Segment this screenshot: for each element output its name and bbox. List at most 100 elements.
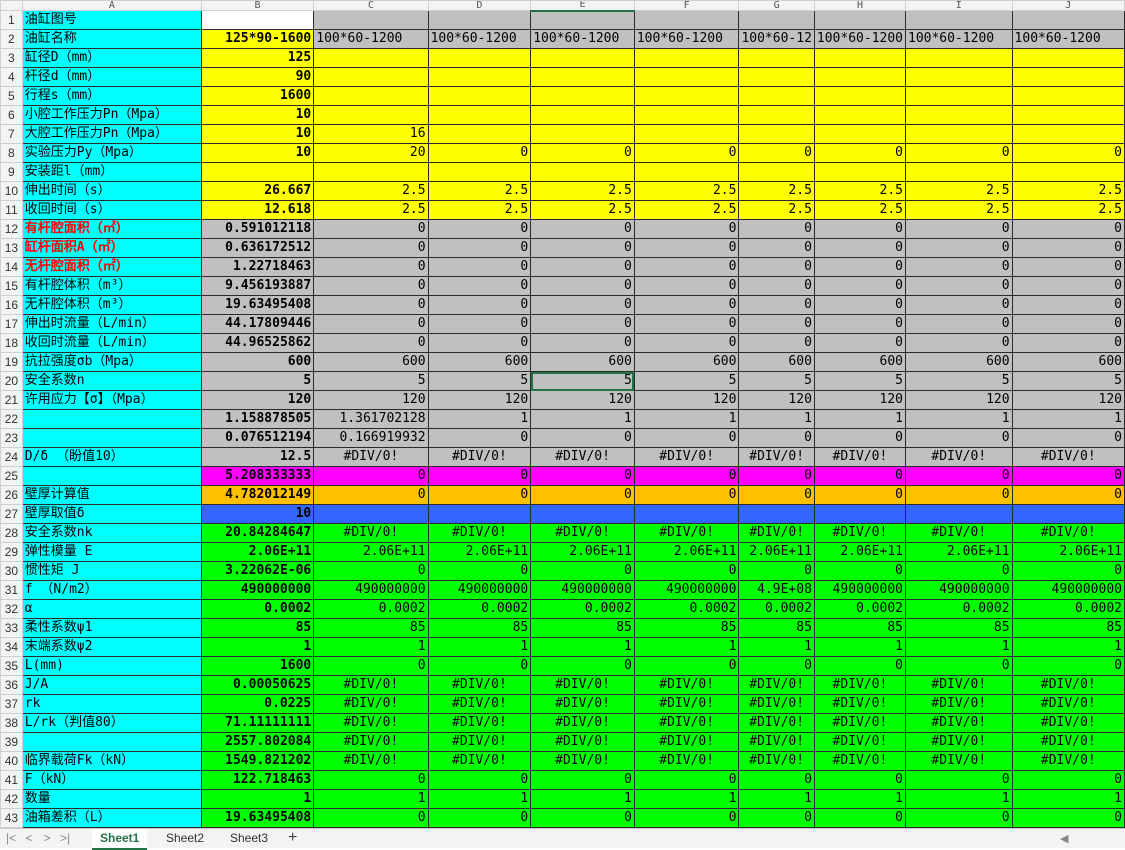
value-cell[interactable]: 2.06E+11 bbox=[313, 542, 429, 562]
value-cell[interactable]: 0 bbox=[313, 485, 429, 505]
base-value-cell[interactable]: 0.0002 bbox=[200, 599, 315, 619]
value-cell[interactable]: #DIV/0! bbox=[427, 523, 532, 543]
value-cell[interactable]: #DIV/0! bbox=[530, 732, 635, 752]
row-header[interactable]: 16 bbox=[0, 295, 23, 315]
value-cell[interactable]: 5 bbox=[427, 371, 532, 391]
value-cell[interactable]: #DIV/0! bbox=[633, 694, 740, 714]
value-cell[interactable]: #DIV/0! bbox=[1011, 713, 1125, 733]
base-value-cell[interactable]: 1 bbox=[200, 789, 315, 809]
value-cell[interactable]: 0 bbox=[427, 238, 532, 258]
value-cell[interactable]: 100*60-1200 bbox=[1011, 29, 1125, 49]
value-cell[interactable]: 0 bbox=[813, 257, 907, 277]
value-cell[interactable]: #DIV/0! bbox=[633, 732, 740, 752]
value-cell[interactable] bbox=[738, 10, 815, 30]
value-cell[interactable] bbox=[427, 124, 532, 144]
value-cell[interactable]: 0 bbox=[313, 561, 429, 581]
value-cell[interactable] bbox=[313, 48, 429, 68]
value-cell[interactable]: #DIV/0! bbox=[738, 675, 815, 695]
value-cell[interactable]: 0 bbox=[813, 561, 907, 581]
base-value-cell[interactable]: 3.22062E-06 bbox=[200, 561, 315, 581]
value-cell[interactable]: 1 bbox=[738, 789, 815, 809]
value-cell[interactable]: 0 bbox=[813, 656, 907, 676]
spreadsheet-grid[interactable]: A B C D E F G H I J 1 油缸图号 2 油缸名称 125*90-1600 100*60-12… bbox=[0, 0, 1125, 828]
row-label-cell[interactable]: 收回时间（s） bbox=[21, 200, 202, 220]
value-cell[interactable]: #DIV/0! bbox=[427, 447, 532, 467]
value-cell[interactable] bbox=[738, 504, 815, 524]
value-cell[interactable]: 0 bbox=[813, 333, 907, 353]
value-cell[interactable]: 2.06E+11 bbox=[813, 542, 907, 562]
base-value-cell[interactable]: 1.158878505 bbox=[200, 409, 315, 429]
value-cell[interactable]: 0 bbox=[738, 295, 815, 315]
value-cell[interactable]: 0 bbox=[427, 428, 532, 448]
value-cell[interactable]: #DIV/0! bbox=[530, 694, 635, 714]
value-cell[interactable]: 0 bbox=[905, 238, 1013, 258]
column-header-f[interactable]: F bbox=[633, 0, 740, 11]
row-header[interactable]: 39 bbox=[0, 732, 23, 752]
column-header-a[interactable]: A bbox=[21, 0, 202, 11]
value-cell[interactable]: #DIV/0! bbox=[530, 713, 635, 733]
value-cell[interactable]: 1 bbox=[633, 409, 740, 429]
row-label-cell[interactable]: 油箱差积（L） bbox=[21, 808, 202, 828]
row-label-cell[interactable]: 安装距l（mm） bbox=[21, 162, 202, 182]
value-cell[interactable]: 0 bbox=[738, 219, 815, 239]
value-cell[interactable]: 5 bbox=[813, 371, 907, 391]
row-header[interactable]: 8 bbox=[0, 143, 23, 163]
value-cell[interactable]: 1 bbox=[633, 637, 740, 657]
value-cell[interactable] bbox=[633, 86, 740, 106]
value-cell[interactable]: #DIV/0! bbox=[427, 675, 532, 695]
value-cell[interactable]: 120 bbox=[633, 390, 740, 410]
value-cell[interactable]: #DIV/0! bbox=[738, 713, 815, 733]
row-label-cell[interactable]: f （N/m2） bbox=[21, 580, 202, 600]
row-header[interactable]: 28 bbox=[0, 523, 23, 543]
value-cell[interactable]: 1 bbox=[530, 789, 635, 809]
row-label-cell[interactable]: F（kN） bbox=[21, 770, 202, 790]
value-cell[interactable]: 0 bbox=[813, 466, 907, 486]
value-cell[interactable]: 0 bbox=[738, 808, 815, 828]
value-cell[interactable] bbox=[738, 67, 815, 87]
value-cell[interactable]: 1.361702128 bbox=[313, 409, 429, 429]
value-cell[interactable]: 0.0002 bbox=[530, 599, 635, 619]
row-label-cell[interactable]: 数量 bbox=[21, 789, 202, 809]
value-cell[interactable]: #DIV/0! bbox=[738, 732, 815, 752]
row-header[interactable]: 36 bbox=[0, 675, 23, 695]
value-cell[interactable]: 1 bbox=[427, 409, 532, 429]
value-cell[interactable]: 85 bbox=[427, 618, 532, 638]
value-cell[interactable]: 5 bbox=[633, 371, 740, 391]
value-cell[interactable] bbox=[313, 162, 429, 182]
value-cell[interactable]: 490000000 bbox=[905, 580, 1013, 600]
base-value-cell[interactable]: 0.591012118 bbox=[200, 219, 315, 239]
base-value-cell[interactable]: 19.63495408 bbox=[200, 808, 315, 828]
row-label-cell[interactable]: L/rk（判值80） bbox=[21, 713, 202, 733]
value-cell[interactable] bbox=[427, 162, 532, 182]
base-value-cell[interactable]: 125*90-1600 bbox=[200, 29, 315, 49]
value-cell[interactable] bbox=[813, 67, 907, 87]
value-cell[interactable] bbox=[633, 10, 740, 30]
value-cell[interactable]: 0 bbox=[813, 276, 907, 296]
value-cell[interactable]: 1 bbox=[905, 789, 1013, 809]
row-header[interactable]: 9 bbox=[0, 162, 23, 182]
value-cell[interactable]: 600 bbox=[530, 352, 635, 372]
value-cell[interactable]: 2.5 bbox=[633, 181, 740, 201]
next-sheet-icon[interactable]: > bbox=[40, 831, 54, 845]
value-cell[interactable] bbox=[313, 86, 429, 106]
base-value-cell[interactable]: 1 bbox=[200, 637, 315, 657]
row-label-cell[interactable]: 伸出时间（s） bbox=[21, 181, 202, 201]
value-cell[interactable] bbox=[530, 86, 635, 106]
value-cell[interactable]: 120 bbox=[313, 390, 429, 410]
value-cell[interactable]: 4.9E+08 bbox=[738, 580, 815, 600]
row-header[interactable]: 13 bbox=[0, 238, 23, 258]
value-cell[interactable]: #DIV/0! bbox=[1011, 675, 1125, 695]
value-cell[interactable] bbox=[738, 105, 815, 125]
base-value-cell[interactable]: 12.5 bbox=[200, 447, 315, 467]
value-cell[interactable] bbox=[813, 10, 907, 30]
row-header[interactable]: 5 bbox=[0, 86, 23, 106]
value-cell[interactable]: 0 bbox=[633, 314, 740, 334]
value-cell[interactable]: 100*60-1200 bbox=[427, 29, 532, 49]
value-cell[interactable]: 0 bbox=[813, 770, 907, 790]
value-cell[interactable]: 0 bbox=[1011, 314, 1125, 334]
value-cell[interactable]: 0 bbox=[905, 219, 1013, 239]
value-cell[interactable]: 85 bbox=[633, 618, 740, 638]
column-header-e[interactable]: E bbox=[530, 0, 635, 12]
value-cell[interactable] bbox=[633, 48, 740, 68]
base-value-cell[interactable]: 0.00050625 bbox=[200, 675, 315, 695]
